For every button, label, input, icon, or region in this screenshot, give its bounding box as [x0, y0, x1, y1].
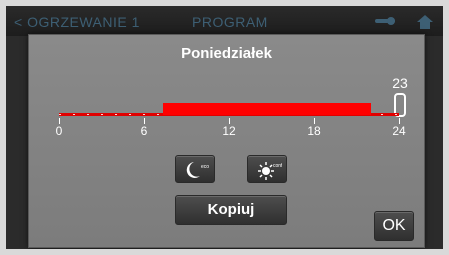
- tick-label-12: 12: [222, 124, 236, 138]
- copy-button[interactable]: Kopiuj: [175, 195, 287, 225]
- tick-label-24: 24: [392, 124, 406, 138]
- tick-label-6: 6: [140, 124, 148, 138]
- comfort-schedule-block[interactable]: [163, 103, 371, 115]
- svg-text:eco: eco: [201, 164, 209, 170]
- day-program-dialog: Poniedziałek 23 0 6 12 18 24 eco conf Ko…: [28, 34, 425, 248]
- comfort-mode-button[interactable]: conf: [247, 155, 287, 183]
- back-link[interactable]: < OGRZEWANIE 1: [14, 14, 140, 30]
- switch-icon[interactable]: [374, 16, 396, 26]
- svg-text:conf: conf: [273, 163, 282, 169]
- home-icon[interactable]: [416, 14, 434, 30]
- dialog-title: Poniedziałek: [181, 45, 272, 62]
- tick-label-0: 0: [55, 124, 63, 138]
- top-bar: < OGRZEWANIE 1 PROGRAM: [6, 6, 443, 36]
- tab-program[interactable]: PROGRAM: [192, 14, 268, 30]
- sun-icon: conf: [258, 162, 282, 180]
- selected-hour-value: 23: [392, 75, 408, 91]
- eco-mode-button[interactable]: eco: [175, 155, 215, 183]
- tick-label-18: 18: [307, 124, 321, 138]
- ok-button[interactable]: OK: [374, 211, 414, 241]
- screen: < OGRZEWANIE 1 PROGRAM Poniedziałek 23 0…: [6, 6, 443, 249]
- moon-icon: eco: [186, 162, 209, 178]
